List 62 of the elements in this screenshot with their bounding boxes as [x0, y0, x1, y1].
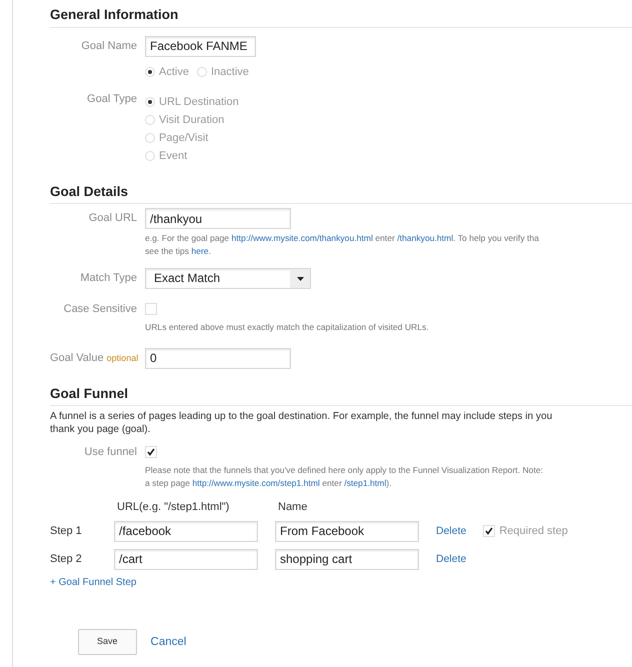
radio-label: Page/Visit	[159, 130, 208, 145]
help-text: a step page	[145, 478, 191, 488]
step-label: Step 1	[50, 524, 83, 538]
field-label: Match Type	[79, 271, 138, 286]
goal-name-field[interactable]: Facebook FANME	[145, 36, 256, 57]
match-type-select[interactable]: Exact Match	[145, 268, 311, 290]
help-text: . To help you verify tha	[453, 233, 539, 244]
step-url-field[interactable]: /cart	[114, 548, 258, 570]
description-text: thank you page (goal).	[50, 423, 152, 436]
save-button[interactable]: Save	[78, 629, 137, 655]
help-text: ).	[386, 478, 392, 488]
radio-button[interactable]	[145, 66, 155, 77]
field-label: Goal Value	[50, 352, 105, 364]
radio-button[interactable]	[145, 132, 155, 143]
radio-button[interactable]	[145, 114, 155, 125]
radio-label: URL Destination	[159, 94, 239, 109]
help-link[interactable]: here	[191, 246, 209, 256]
help-text: enter	[374, 233, 396, 244]
checkbox[interactable]	[145, 303, 157, 316]
field-label: Goal Name	[80, 38, 138, 54]
help-link[interactable]: http://www.mysite.com/step1.html	[192, 478, 320, 488]
help-text: URLs entered above must exactly match the capitalization of visited URLs.	[145, 320, 429, 334]
help-text: e.g. For the goal page	[145, 233, 230, 244]
section-heading: General Information	[50, 6, 632, 28]
help-text: see the tips	[145, 246, 190, 256]
radio-label: Inactive	[210, 64, 249, 79]
help-link[interactable]: /step1.html	[344, 478, 386, 488]
checkbox-label: Required step	[499, 524, 568, 538]
help-link[interactable]: /thankyou.html	[397, 233, 454, 244]
field-label: Use funnel	[83, 445, 138, 460]
field-label: Case Sensitive	[62, 302, 138, 318]
field-label: Goal URL	[88, 211, 138, 226]
radio-label: Visit Duration	[159, 112, 224, 127]
help-text: enter	[321, 478, 343, 488]
field-label: Goal Type	[86, 92, 138, 107]
checkbox[interactable]	[145, 446, 157, 458]
column-header: Name	[278, 500, 308, 514]
step-label: Step 2	[50, 552, 83, 566]
column-header: URL(e.g. "/step1.html")	[117, 500, 230, 514]
delete-link[interactable]: Delete	[436, 524, 466, 538]
description-text: A funnel is a series of pages leading up to the goal destination. For example, the funnel may include steps in you	[50, 410, 554, 424]
help-text: .	[208, 246, 211, 256]
goal-url-field[interactable]: /thankyou	[145, 208, 291, 230]
help-text: Please note that the funnels that you've defined here only apply to the Funnel Visualization Report. Note:	[145, 464, 544, 475]
optional-note: optional	[106, 352, 138, 363]
section-heading: Goal Details	[50, 182, 632, 204]
caret-icon	[290, 269, 310, 288]
radio-button[interactable]	[145, 96, 155, 107]
step-name-field[interactable]: shopping cart	[275, 548, 419, 570]
radio-label: Event	[159, 148, 188, 163]
checkbox[interactable]	[483, 525, 496, 538]
delete-link[interactable]: Delete	[436, 552, 466, 566]
add-step-link[interactable]: + Goal Funnel Step	[50, 576, 136, 589]
section-heading: Goal Funnel	[50, 384, 632, 406]
radio-button[interactable]	[145, 150, 155, 161]
cancel-link[interactable]: Cancel	[150, 634, 186, 650]
step-name-field[interactable]: From Facebook	[275, 520, 419, 542]
radio-label: Active	[159, 64, 189, 79]
radio-button[interactable]	[196, 66, 207, 77]
step-url-field[interactable]: /facebook	[114, 520, 258, 542]
goal-value-field[interactable]: 0	[145, 348, 291, 369]
help-link[interactable]: http://www.mysite.com/thankyou.html	[231, 233, 373, 244]
